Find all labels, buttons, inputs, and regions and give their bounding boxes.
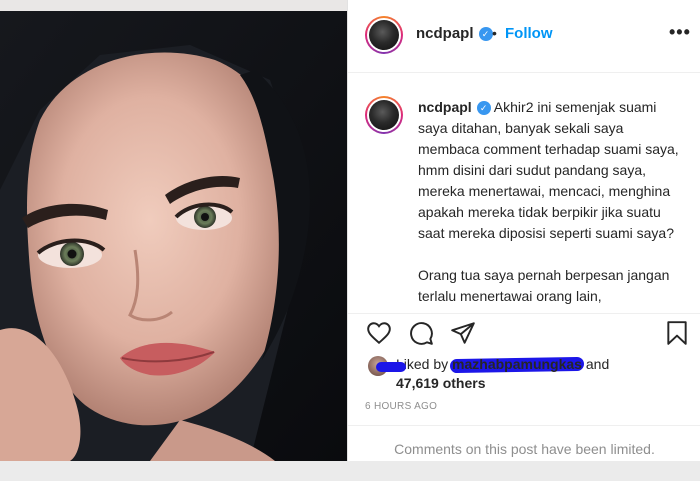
more-options-icon[interactable]: ••• (669, 22, 691, 43)
verified-badge-icon: ✓ (476, 101, 491, 115)
post-timestamp[interactable]: 6 HOURS AGO (365, 401, 437, 412)
follow-button[interactable]: Follow (505, 25, 553, 42)
caption-paragraph-2: Orang tua saya pernah berpesan jangan te… (418, 267, 670, 304)
likes-text: Liked by mazhabpamungkas and 47,619 othe… (376, 355, 686, 393)
post-header: ncdpapl ✓ • Follow ••• (348, 0, 700, 73)
heart-icon[interactable] (366, 320, 392, 346)
post-photo[interactable] (0, 0, 347, 461)
caption-scroll-area[interactable]: ncdpapl ✓ Akhir2 ini semenjak suami saya … (348, 73, 700, 313)
caption: ncdpapl ✓ Akhir2 ini semenjak suami saya … (418, 97, 683, 307)
divider (348, 425, 700, 426)
paper-plane-icon[interactable] (450, 320, 476, 346)
action-bar (348, 314, 700, 354)
caption-username[interactable]: ncdpapl (418, 99, 472, 115)
bookmark-icon[interactable] (664, 320, 690, 346)
author-username-row: ncdpapl ✓ (416, 25, 493, 43)
comments-limited-notice: Comments on this post have been limited. (394, 441, 655, 457)
caption-author-avatar[interactable] (365, 96, 403, 134)
likes-summary: Liked by mazhabpamungkas and 47,619 othe… (348, 352, 700, 392)
bottom-gray-strip (0, 461, 700, 481)
caption-text-1: Akhir2 ini semenjak suami saya ditahan, … (418, 99, 679, 241)
likes-joiner: and (585, 356, 610, 372)
author-avatar[interactable] (365, 16, 403, 54)
post-side-panel: ncdpapl ✓ • Follow ••• ncdpapl ✓ Akhir2 in… (347, 0, 700, 461)
author-username[interactable]: ncdpapl (416, 25, 474, 42)
portrait-image (0, 0, 347, 461)
redaction-scribble (376, 362, 407, 372)
verified-badge-icon: ✓ (478, 27, 493, 41)
comment-bubble-icon[interactable] (408, 320, 434, 346)
separator-dot: • (492, 25, 497, 41)
caption-paragraph-1: ncdpapl ✓ Akhir2 ini semenjak suami saya … (418, 97, 683, 244)
likes-count[interactable]: 47,619 others (396, 375, 486, 391)
top-gray-strip (0, 0, 347, 11)
liker-username[interactable]: mazhabpamungkas (376, 356, 585, 374)
